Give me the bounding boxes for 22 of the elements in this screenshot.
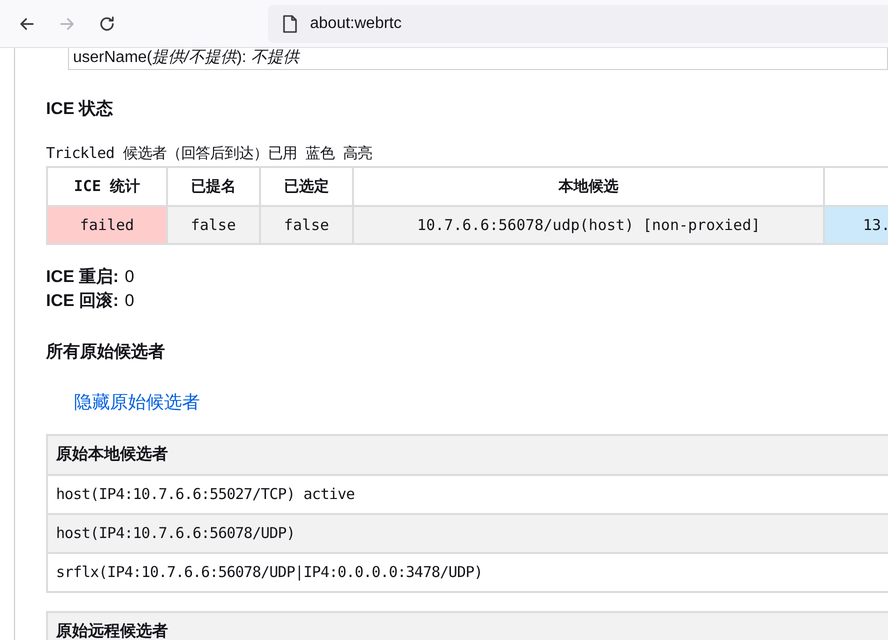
column-header: 本地候选 <box>353 167 824 206</box>
counter-label: ICE 回滚: <box>46 290 119 312</box>
page-icon <box>282 14 298 32</box>
section-heading: ICE 状态 <box>46 98 114 120</box>
url-text: about:webrtc <box>310 14 402 34</box>
table-header: 原始远程候选者 <box>48 612 888 640</box>
counter-value: 0 <box>124 266 134 288</box>
column-header: ICE 统计 <box>47 167 167 206</box>
username-line: userName(提供/不提供): 不提供 <box>68 48 888 70</box>
counter-label: ICE 重启: <box>46 266 119 288</box>
table-cell: failed <box>47 206 167 244</box>
table-cell: 13. <box>824 206 888 244</box>
candidate-row: host(IP4:10.7.6.6:56078/UDP) <box>48 512 888 552</box>
table-cell: false <box>260 206 354 244</box>
url-bar[interactable]: about:webrtc <box>268 4 888 42</box>
table-header: 原始本地候选者 <box>48 436 888 474</box>
table-cell: false <box>166 206 260 244</box>
section-heading: 所有原始候选者 <box>46 341 166 363</box>
toggle-link[interactable]: 隐藏原始候选者 <box>74 388 200 416</box>
counter-value: 0 <box>124 290 134 312</box>
table-cell: 10.7.6.6:56078/udp(host) [non-proxied] <box>353 206 824 244</box>
table-note: Trickled 候选者（回答后到达）已用 蓝色 高亮 <box>46 142 373 164</box>
